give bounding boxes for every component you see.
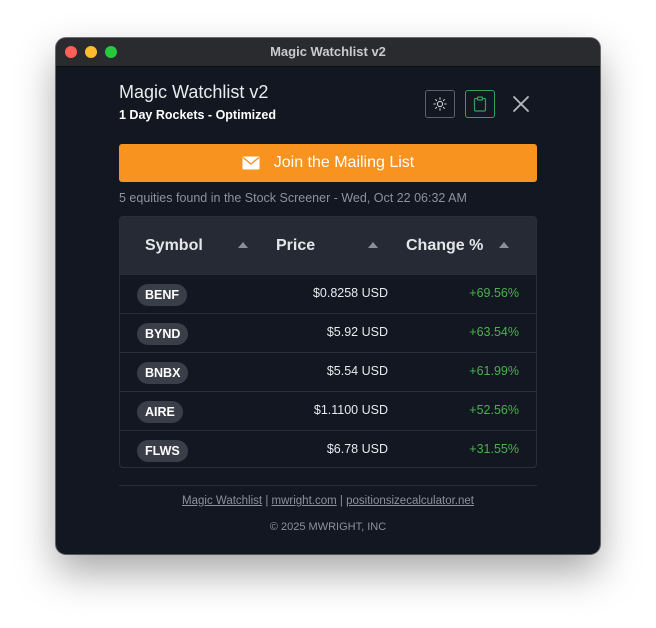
close-icon bbox=[513, 96, 529, 112]
column-label-price: Price bbox=[276, 236, 316, 254]
table-row[interactable]: BYND $5.92 USD +63.54% bbox=[120, 313, 536, 352]
column-header-price[interactable]: Price bbox=[276, 217, 386, 274]
sort-asc-icon[interactable] bbox=[499, 242, 509, 248]
column-header-symbol[interactable]: Symbol bbox=[145, 217, 255, 274]
sort-asc-icon[interactable] bbox=[368, 242, 378, 248]
app-window: Magic Watchlist v2 Magic Watchlist v2 1 … bbox=[56, 38, 600, 554]
change-cell: +52.56% bbox=[469, 403, 519, 417]
symbol-badge[interactable]: AIRE bbox=[137, 401, 183, 423]
change-cell: +69.56% bbox=[469, 286, 519, 300]
window-title: Magic Watchlist v2 bbox=[270, 44, 386, 59]
envelope-icon bbox=[242, 156, 260, 170]
copy-clipboard-button[interactable] bbox=[465, 90, 495, 118]
page-title: Magic Watchlist v2 bbox=[119, 82, 269, 102]
symbol-badge[interactable]: BNBX bbox=[137, 362, 189, 384]
footer-divider bbox=[119, 485, 537, 486]
footer-link-magic-watchlist[interactable]: Magic Watchlist bbox=[182, 495, 262, 507]
table-row[interactable]: FLWS $6.78 USD +31.55% bbox=[120, 430, 536, 467]
table-row[interactable]: BNBX $5.54 USD +61.99% bbox=[120, 352, 536, 391]
sun-icon bbox=[433, 97, 447, 111]
results-status: 5 equities found in the Stock Screener -… bbox=[119, 191, 467, 205]
table-row[interactable]: AIRE $1.1100 USD +52.56% bbox=[120, 391, 536, 430]
price-cell: $1.1100 USD bbox=[313, 403, 388, 417]
copyright: © 2025 MWRIGHT, INC bbox=[269, 521, 387, 533]
title-bar[interactable]: Magic Watchlist v2 bbox=[56, 38, 600, 67]
symbol-badge[interactable]: BENF bbox=[137, 284, 188, 306]
footer-links: Magic Watchlist | mwright.com | position… bbox=[119, 495, 537, 507]
change-cell: +63.54% bbox=[469, 325, 519, 339]
column-label-change: Change % bbox=[406, 236, 484, 254]
price-cell: $6.78 USD bbox=[326, 442, 388, 456]
price-cell: $5.92 USD bbox=[326, 325, 388, 339]
symbol-badge[interactable]: BYND bbox=[137, 323, 189, 345]
watchlist-table: Symbol Price Change % BENF $0.8258 USD +… bbox=[119, 216, 537, 468]
join-mailing-list-button[interactable]: Join the Mailing List bbox=[119, 144, 537, 182]
page-subtitle: 1 Day Rockets - Optimized bbox=[119, 108, 276, 122]
table-header: Symbol Price Change % bbox=[120, 217, 536, 274]
column-header-change[interactable]: Change % bbox=[406, 217, 526, 274]
footer-separator: | bbox=[339, 495, 343, 507]
footer-link-position-size-calculator[interactable]: positionsizecalculator.net bbox=[346, 495, 474, 507]
price-cell: $0.8258 USD bbox=[312, 286, 388, 300]
symbol-badge[interactable]: FLWS bbox=[137, 440, 188, 462]
footer-separator: | bbox=[265, 495, 269, 507]
table-row[interactable]: BENF $0.8258 USD +69.56% bbox=[120, 274, 536, 313]
change-cell: +61.99% bbox=[469, 364, 519, 378]
close-button[interactable] bbox=[509, 92, 533, 116]
column-label-symbol: Symbol bbox=[145, 236, 203, 254]
change-cell: +31.55% bbox=[469, 442, 519, 456]
footer-link-mwright[interactable]: mwright.com bbox=[272, 495, 337, 507]
price-cell: $5.54 USD bbox=[326, 364, 388, 378]
sort-asc-icon[interactable] bbox=[238, 242, 248, 248]
desktop: Magic Watchlist v2 Magic Watchlist v2 1 … bbox=[0, 0, 656, 628]
join-mailing-list-label: Join the Mailing List bbox=[273, 154, 415, 171]
clipboard-icon bbox=[473, 96, 487, 112]
theme-toggle-button[interactable] bbox=[425, 90, 455, 118]
